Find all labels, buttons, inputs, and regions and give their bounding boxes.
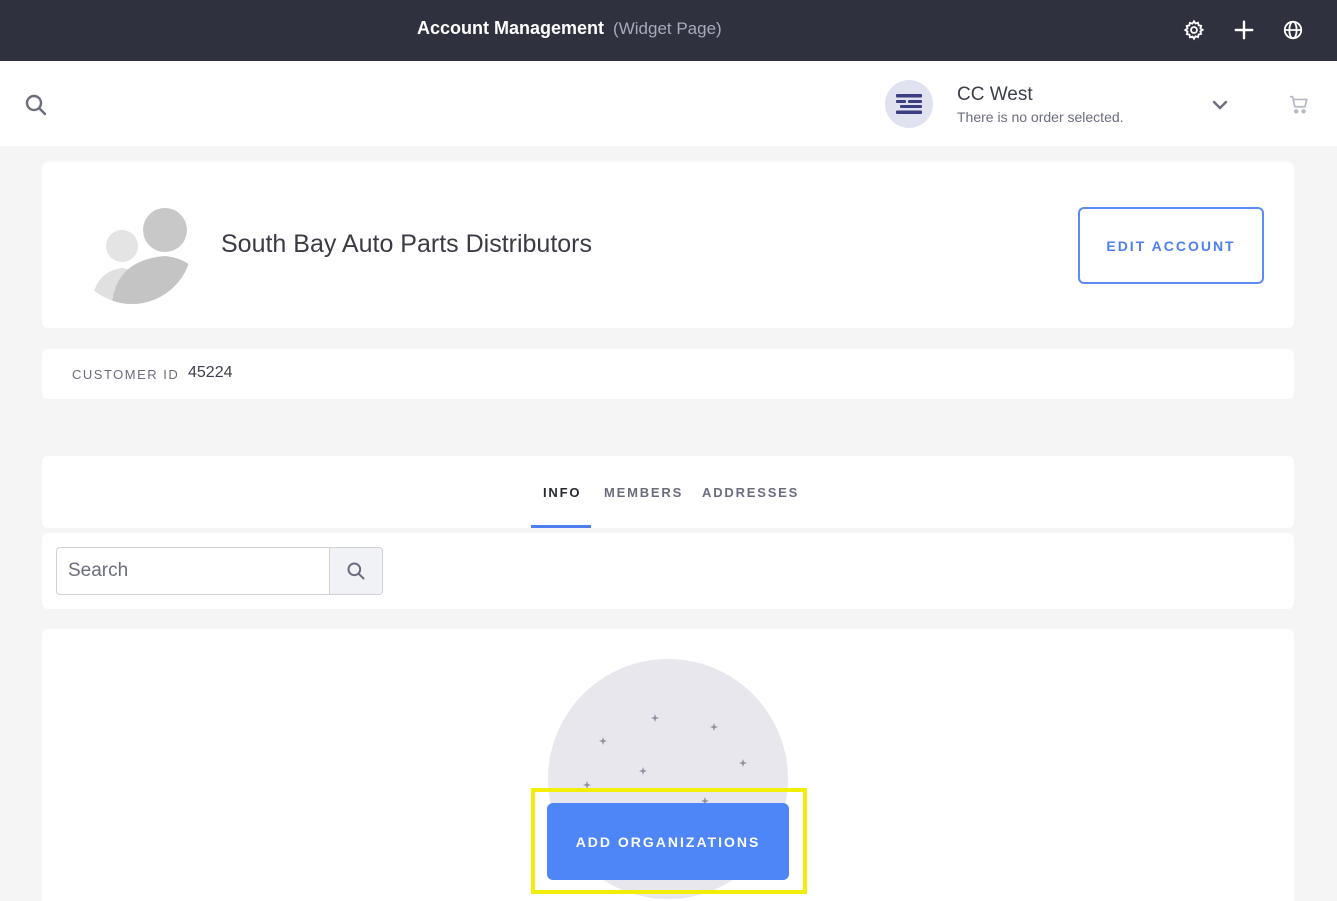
- tabs-bar: INFO MEMBERS ADDRESSES: [42, 456, 1294, 528]
- search-icon[interactable]: [24, 93, 48, 117]
- control-bar: Account Management (Widget Page): [0, 0, 1337, 61]
- page-title-text: Account Management: [417, 18, 605, 38]
- globe-icon[interactable]: [1280, 17, 1306, 43]
- gear-icon[interactable]: [1181, 17, 1207, 43]
- account-profile-card: South Bay Auto Parts Distributors EDIT A…: [42, 162, 1294, 328]
- tab-info[interactable]: INFO: [543, 485, 581, 500]
- edit-account-button[interactable]: EDIT ACCOUNT: [1078, 207, 1264, 284]
- account-avatar[interactable]: [885, 80, 933, 128]
- page-subtitle: (Widget Page): [613, 19, 722, 38]
- customer-id-value: 45224: [188, 364, 233, 381]
- tab-members[interactable]: MEMBERS: [604, 485, 683, 500]
- account-avatar-image: [72, 184, 192, 304]
- site-header: CC West There is no order selected.: [0, 61, 1337, 146]
- chevron-down-icon[interactable]: [1208, 93, 1232, 117]
- account-name[interactable]: CC West: [957, 84, 1033, 106]
- order-status: There is no order selected.: [957, 109, 1124, 125]
- search-icon: [347, 562, 365, 580]
- account-title: South Bay Auto Parts Distributors: [221, 230, 593, 258]
- customer-id-label: CUSTOMER ID: [72, 367, 180, 382]
- search-card: [42, 533, 1294, 609]
- cart-icon[interactable]: [1288, 93, 1312, 117]
- tab-addresses[interactable]: ADDRESSES: [702, 485, 799, 500]
- account-logo-icon: [896, 94, 922, 114]
- search-input[interactable]: [56, 547, 330, 595]
- search-button[interactable]: [329, 547, 383, 595]
- add-organizations-button[interactable]: ADD ORGANIZATIONS: [547, 803, 789, 880]
- active-tab-indicator: [531, 525, 591, 528]
- customer-id-card: CUSTOMER ID 45224: [42, 349, 1294, 399]
- plus-icon[interactable]: [1231, 17, 1257, 43]
- page-title: Account Management (Widget Page): [417, 18, 722, 39]
